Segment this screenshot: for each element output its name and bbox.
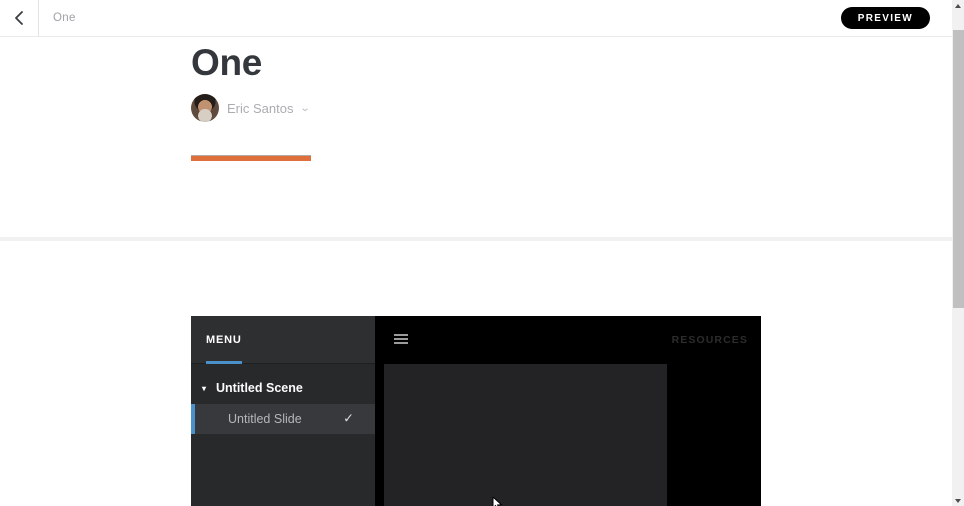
scroll-up-arrow[interactable] (952, 0, 964, 12)
top-bar: One PREVIEW (0, 0, 952, 37)
tab-menu-label: MENU (206, 334, 242, 346)
caret-down-icon: ▾ (202, 383, 207, 393)
page-scrollbar[interactable] (952, 0, 964, 506)
selected-slide-accent (191, 404, 195, 434)
resources-button[interactable]: RESOURCES (672, 316, 748, 364)
back-button[interactable] (0, 0, 39, 36)
breadcrumb: One (53, 12, 76, 24)
scroll-down-arrow[interactable] (952, 494, 964, 506)
player-sidebar: MENU ▾ Untitled Scene Untitled Slide ✓ (191, 316, 375, 506)
lesson-title[interactable]: One (191, 42, 262, 84)
scene-title: Untitled Scene (216, 381, 303, 395)
scrollbar-thumb[interactable] (953, 30, 964, 308)
author-dropdown[interactable]: Eric Santos ⌄ (191, 94, 310, 122)
player-stage: RESOURCES (375, 316, 761, 506)
chevron-left-icon (15, 11, 23, 25)
app-window: One PREVIEW One Eric Santos ⌄ MENU ▾ Unt… (0, 0, 964, 506)
chevron-down-icon: ⌄ (299, 102, 311, 114)
author-avatar (191, 94, 219, 122)
slide-title: Untitled Slide (228, 412, 302, 426)
scene-row[interactable]: ▾ Untitled Scene (191, 376, 375, 400)
slide-canvas (384, 364, 667, 506)
section-divider (0, 237, 952, 241)
preview-button[interactable]: PREVIEW (840, 7, 930, 29)
hamburger-icon (394, 334, 408, 336)
slide-row-selected[interactable]: Untitled Slide ✓ (191, 404, 375, 434)
active-tab-underline (206, 361, 242, 364)
mouse-cursor (492, 497, 503, 506)
divider-block[interactable] (191, 155, 311, 161)
hamburger-menu-button[interactable] (394, 334, 408, 346)
tab-menu[interactable]: MENU (206, 316, 242, 364)
check-icon: ✓ (343, 410, 354, 426)
player-sidebar-header: MENU (191, 316, 375, 364)
course-player-embed[interactable]: MENU ▾ Untitled Scene Untitled Slide ✓ R… (191, 316, 761, 506)
author-name: Eric Santos (227, 100, 294, 116)
